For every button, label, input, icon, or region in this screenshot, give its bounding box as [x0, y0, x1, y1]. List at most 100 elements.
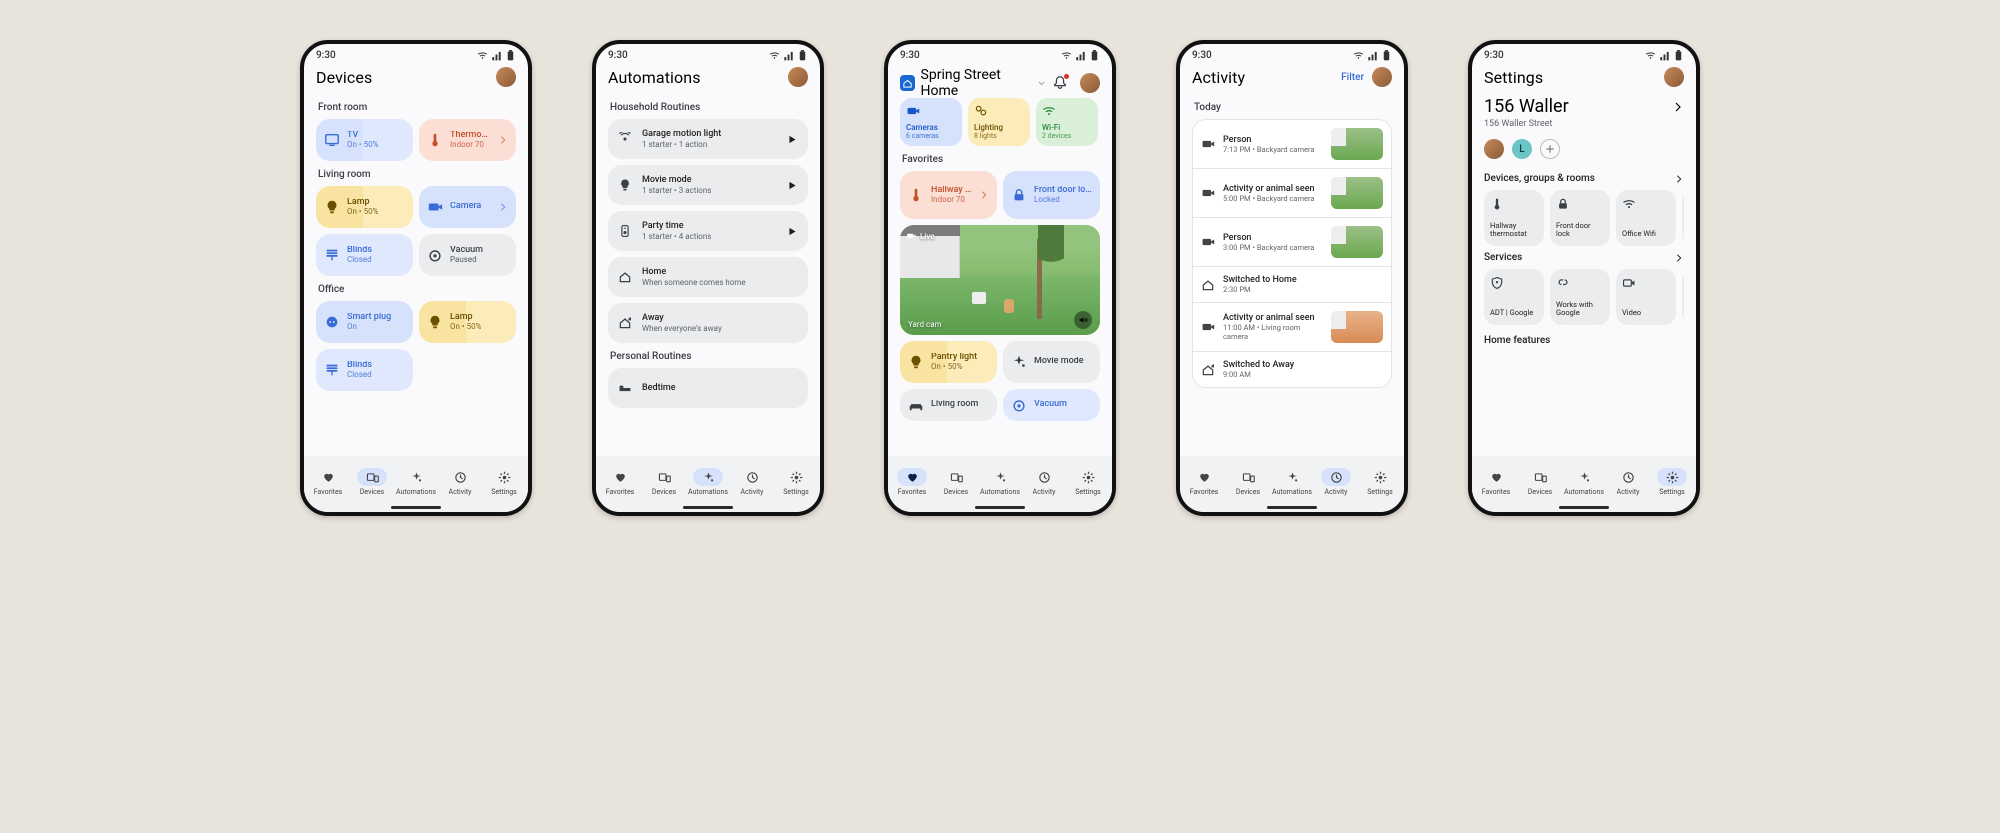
favorite-tile-front-door-lock[interactable]: Front door lockLocked — [1003, 171, 1100, 219]
live-camera-card[interactable]: Live Yard cam — [900, 225, 1100, 335]
section-header[interactable]: Services — [1484, 252, 1684, 263]
nav-devices[interactable]: Devices — [1518, 468, 1562, 496]
favorite-tile-pantry-light[interactable]: Pantry lightOn • 50% — [900, 341, 997, 383]
nav-favorites[interactable]: Favorites — [598, 468, 642, 496]
nav-automations[interactable]: Automations — [1270, 468, 1314, 496]
category-wi-fi[interactable]: Wi-Fi2 devices — [1036, 98, 1098, 146]
settings-card-m[interactable]: M — [1682, 269, 1684, 325]
nav-favorites[interactable]: Favorites — [890, 468, 934, 496]
nav-activity[interactable]: Activity — [730, 468, 774, 496]
chevron-down-icon[interactable] — [1037, 78, 1046, 88]
favorite-tile-hallway-thermostat[interactable]: Hallway thermostatIndoor 70 — [900, 171, 997, 219]
automation-row-away[interactable]: AwayWhen everyone's away — [608, 303, 808, 343]
nav-favorites[interactable]: Favorites — [1182, 468, 1226, 496]
card-row[interactable]: ADT | Google Works with Google Video M — [1484, 269, 1684, 325]
nav-favorites[interactable]: Favorites — [1474, 468, 1518, 496]
nav-automations[interactable]: Automations — [1562, 468, 1606, 496]
nav-settings[interactable]: Settings — [1650, 468, 1694, 496]
play-button[interactable] — [787, 180, 798, 191]
nav-activity[interactable]: Activity — [1314, 468, 1358, 496]
wifi-icon — [769, 50, 780, 61]
device-tile-blinds[interactable]: BlindsClosed — [316, 349, 413, 391]
settings-card-hallway-thermostat[interactable]: Hallway thermostat — [1484, 190, 1544, 246]
camera-caption: Yard cam — [908, 320, 942, 329]
settings-card-video[interactable]: Video — [1616, 269, 1676, 325]
category-cameras[interactable]: Cameras6 cameras — [900, 98, 962, 146]
device-tile-smart-plug[interactable]: Smart plugOn — [316, 301, 413, 343]
member-avatar[interactable] — [1484, 139, 1504, 159]
avatar[interactable] — [788, 67, 808, 87]
tv-icon — [324, 132, 340, 148]
favorite-tile-movie-mode[interactable]: Movie mode — [1003, 341, 1100, 383]
card-row[interactable]: Hallway thermostat Front door lock Offic… — [1484, 190, 1684, 246]
page-title: Settings — [1484, 68, 1543, 87]
nav-settings[interactable]: Settings — [774, 468, 818, 496]
header: Settings — [1472, 63, 1696, 93]
favorite-tile-vacuum[interactable]: Vacuum — [1003, 389, 1100, 421]
nav-activity[interactable]: Activity — [1022, 468, 1066, 496]
nav-activity[interactable]: Activity — [1606, 468, 1650, 496]
avatar[interactable] — [1664, 67, 1684, 87]
nav-devices[interactable]: Devices — [1226, 468, 1270, 496]
device-tile-blinds[interactable]: BlindsClosed — [316, 234, 413, 276]
activity-item[interactable]: Switched to Away9:00 AM — [1193, 352, 1391, 387]
activity-item[interactable]: Activity or animal seen5:00 PM • Backyar… — [1193, 169, 1391, 218]
favorite-tile-living-room[interactable]: Living room — [900, 389, 997, 421]
add-member-button[interactable] — [1540, 139, 1560, 159]
status-bar: 9:30 — [888, 44, 1112, 63]
nav-settings[interactable]: Settings — [482, 468, 526, 496]
play-button[interactable] — [787, 134, 798, 145]
home-name[interactable]: Spring Street Home — [921, 67, 1031, 99]
activity-item[interactable]: Activity or animal seen11:00 AM • Living… — [1193, 303, 1391, 352]
nav-devices[interactable]: Devices — [934, 468, 978, 496]
activity-item[interactable]: Person3:00 PM • Backyard camera — [1193, 218, 1391, 267]
member-initial[interactable]: L — [1512, 139, 1532, 159]
category-row[interactable]: Cameras6 cameras Lighting8 lights Wi-Fi2… — [900, 98, 1100, 146]
device-tile-camera[interactable]: Camera — [419, 186, 516, 228]
settings-card-front-door-lock[interactable]: Front door lock — [1550, 190, 1610, 246]
nav-settings[interactable]: Settings — [1358, 468, 1402, 496]
automation-row-garage-motion-light[interactable]: Garage motion light1 starter • 1 action — [608, 119, 808, 159]
signal-icon — [491, 50, 502, 61]
settings-card-office-wifi[interactable]: Office Wifi — [1616, 190, 1676, 246]
home-name-row[interactable]: 156 Waller — [1484, 96, 1684, 117]
automation-row-movie-mode[interactable]: Movie mode1 starter • 3 actions — [608, 165, 808, 205]
bulb-icon — [324, 199, 340, 215]
section-header[interactable]: Devices, groups & rooms — [1484, 173, 1684, 184]
settings-card-adt-google[interactable]: ADT | Google — [1484, 269, 1544, 325]
activity-thumbnail — [1331, 226, 1383, 258]
nav-favorites[interactable]: Favorites — [306, 468, 350, 496]
category-lighting[interactable]: Lighting8 lights — [968, 98, 1030, 146]
notifications-button[interactable] — [1052, 75, 1068, 91]
nav-automations[interactable]: Automations — [686, 468, 730, 496]
lock-icon — [1011, 187, 1027, 203]
avatar[interactable] — [496, 67, 516, 87]
play-button[interactable] — [787, 226, 798, 237]
settings-card-l-t[interactable]: L T — [1682, 190, 1684, 246]
notification-dot — [1064, 74, 1069, 79]
nav-settings[interactable]: Settings — [1066, 468, 1110, 496]
avatar[interactable] — [1080, 73, 1100, 93]
nav-devices[interactable]: Devices — [642, 468, 686, 496]
nav-devices[interactable]: Devices — [350, 468, 394, 496]
mute-button[interactable] — [1074, 311, 1092, 329]
automation-row-home[interactable]: HomeWhen someone comes home — [608, 257, 808, 297]
device-tile-lamp[interactable]: LampOn • 50% — [316, 186, 413, 228]
nav-automations[interactable]: Automations — [394, 468, 438, 496]
filter-link[interactable]: Filter — [1341, 72, 1364, 83]
settings-card-works-with-google[interactable]: Works with Google — [1550, 269, 1610, 325]
camera-icon — [427, 199, 443, 215]
activity-item[interactable]: Switched to Home2:30 PM — [1193, 267, 1391, 303]
device-tile-lamp[interactable]: LampOn • 50% — [419, 301, 516, 343]
nav-automations[interactable]: Automations — [978, 468, 1022, 496]
automation-row-party-time[interactable]: Party time1 starter • 4 actions — [608, 211, 808, 251]
nav-activity[interactable]: Activity — [438, 468, 482, 496]
page-title: Automations — [608, 68, 701, 87]
activity-item[interactable]: Person7:13 PM • Backyard camera — [1193, 120, 1391, 169]
device-tile-vacuum[interactable]: VacuumPaused — [419, 234, 516, 276]
device-tile-thermostat[interactable]: ThermostatIndoor 70 — [419, 119, 516, 161]
section-header[interactable]: Home features — [1484, 335, 1684, 346]
device-tile-tv[interactable]: TVOn • 50% — [316, 119, 413, 161]
avatar[interactable] — [1372, 67, 1392, 87]
automation-row-bedtime[interactable]: Bedtime — [608, 368, 808, 408]
